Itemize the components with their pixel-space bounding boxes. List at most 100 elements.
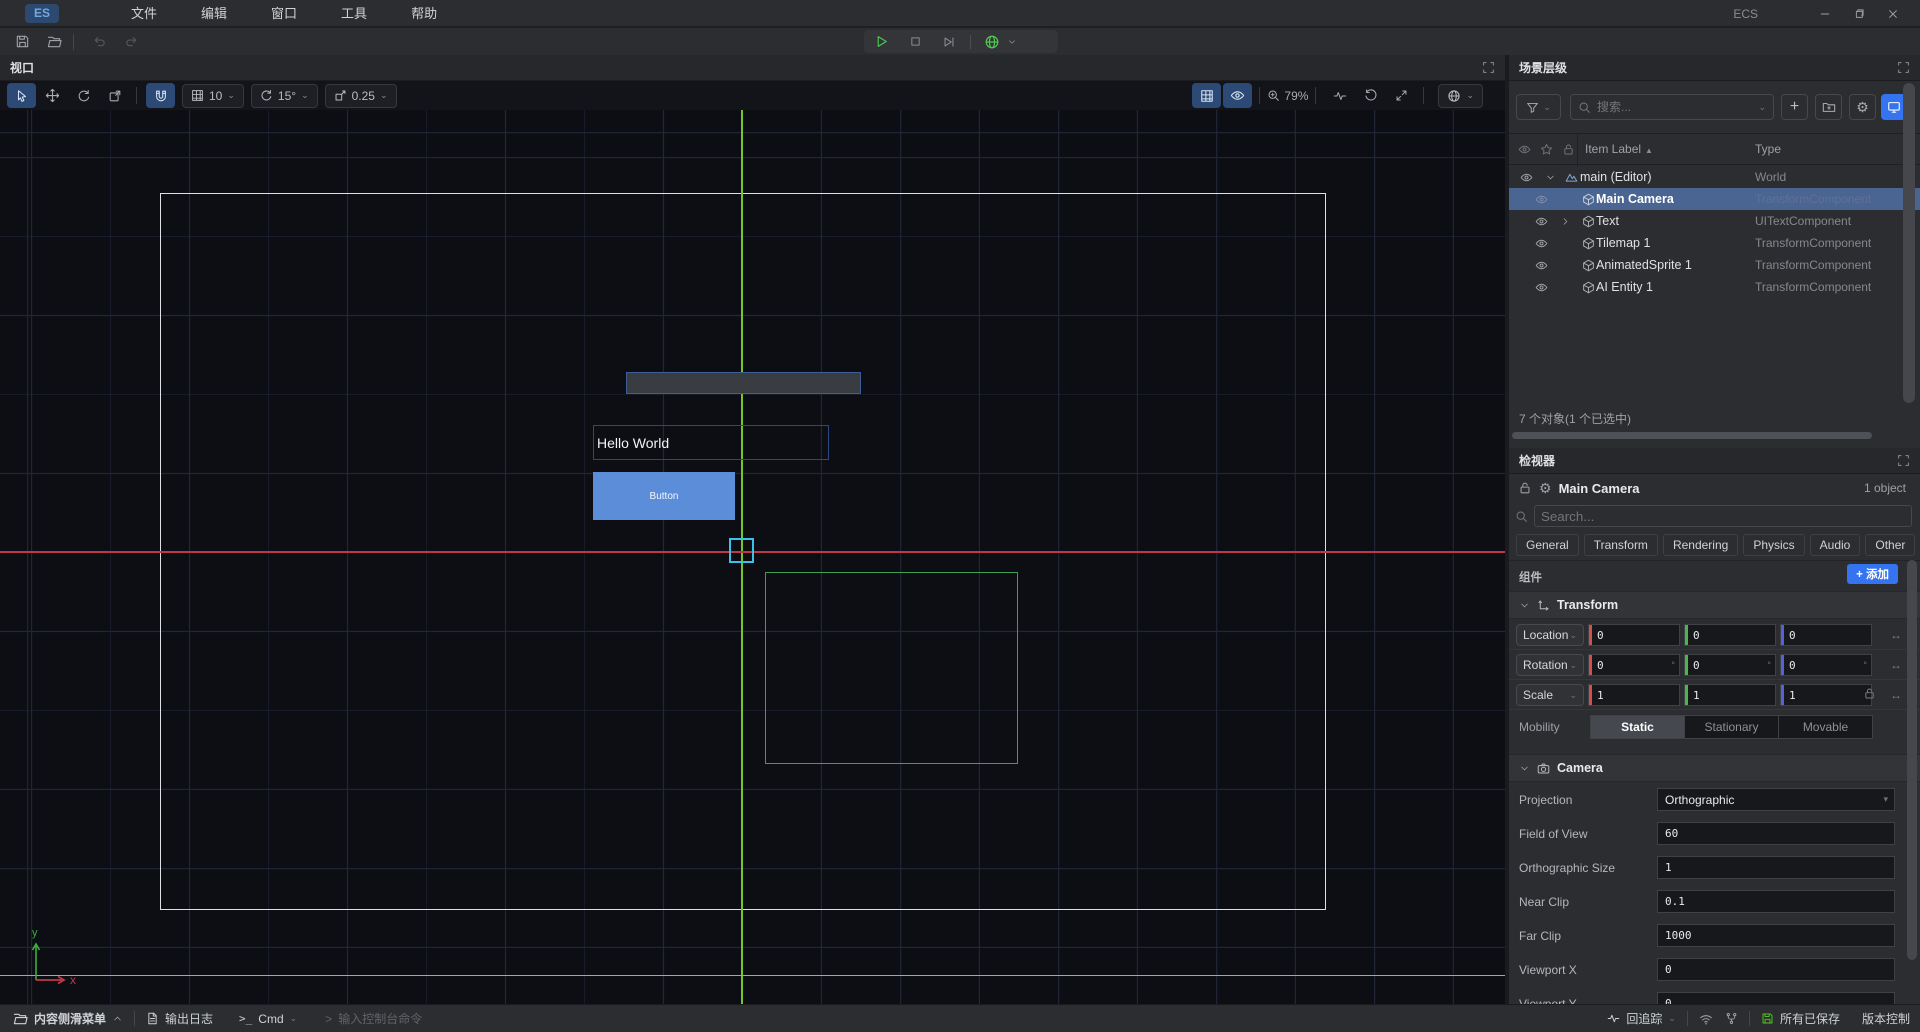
network-status-icon[interactable] — [1699, 1012, 1713, 1026]
maximize-button[interactable] — [1842, 0, 1876, 27]
filter-button[interactable]: ⌄ — [1516, 94, 1561, 120]
stats-button[interactable] — [1325, 83, 1354, 108]
menu-item-工具[interactable]: 工具 — [319, 0, 389, 27]
tab-physics[interactable]: Physics — [1743, 534, 1804, 556]
hierarchy-search[interactable]: ⌄ — [1570, 94, 1774, 120]
trace-dropdown[interactable]: 回追踪 ⌄ — [1607, 1010, 1676, 1027]
eye-icon[interactable] — [1535, 193, 1548, 206]
inspector-search-input[interactable] — [1541, 509, 1905, 524]
ui-text-element[interactable]: Hello World — [593, 425, 829, 460]
hierarchy-row-main-camera[interactable]: Main CameraTransformComponent — [1509, 188, 1920, 210]
snap-toggle-button[interactable] — [146, 83, 175, 108]
stop-button[interactable] — [898, 30, 932, 53]
eye-icon[interactable] — [1520, 171, 1533, 184]
minimize-button[interactable] — [1808, 0, 1842, 27]
app-logo[interactable]: ES — [25, 4, 59, 23]
chevron-right-icon[interactable] — [1560, 216, 1571, 227]
viewport-x-input[interactable] — [1657, 958, 1895, 981]
version-control-button[interactable]: 版本控制 — [1862, 1010, 1910, 1027]
new-folder-button[interactable] — [1815, 94, 1842, 120]
chevron-down-icon[interactable] — [1545, 172, 1556, 183]
rect-edit-tool-button[interactable] — [100, 83, 129, 108]
field-of-view-input[interactable] — [1657, 822, 1895, 845]
location-mode-dropdown[interactable]: Location⌄ — [1516, 624, 1584, 646]
link-values-icon[interactable]: ↔ — [1890, 658, 1902, 672]
eye-icon[interactable] — [1535, 281, 1548, 294]
ui-slider-element[interactable] — [626, 372, 861, 394]
add-component-button[interactable]: + 添加 — [1847, 564, 1898, 584]
location-y-input[interactable] — [1684, 624, 1776, 646]
hierarchy-row-tilemap-1[interactable]: Tilemap 1TransformComponent — [1509, 232, 1920, 254]
grid-toggle-button[interactable] — [1192, 83, 1221, 108]
tab-other[interactable]: Other — [1865, 534, 1915, 556]
inspector-search-box[interactable] — [1534, 505, 1912, 527]
rotate-snap-dropdown[interactable]: 15° ⌄ — [251, 84, 318, 108]
console-command-input[interactable]: > 输入控制台命令 — [325, 1010, 422, 1027]
grid-snap-dropdown[interactable]: 10 ⌄ — [182, 84, 244, 108]
hierarchy-horizontal-scrollbar[interactable] — [1512, 432, 1872, 439]
rotation-x-input[interactable]: ° — [1588, 654, 1680, 676]
hierarchy-column-header[interactable]: Item Label▲ Type — [1509, 133, 1920, 165]
add-entity-button[interactable]: + — [1781, 94, 1808, 120]
location-z-input[interactable] — [1780, 624, 1872, 646]
inspector-expand-icon[interactable] — [1897, 454, 1910, 467]
link-values-icon[interactable]: ↔ — [1890, 628, 1902, 642]
near-clip-input[interactable] — [1657, 890, 1895, 913]
mobility-option-static[interactable]: Static — [1591, 716, 1685, 738]
select-tool-button[interactable] — [7, 83, 36, 108]
camera-section-header[interactable]: Camera — [1509, 754, 1920, 782]
favorite-column-icon[interactable] — [1540, 143, 1553, 156]
hierarchy-vertical-scrollbar[interactable] — [1903, 83, 1915, 403]
content-drawer-button[interactable]: 内容侧滑菜单 — [13, 1010, 123, 1027]
globe-caret-icon[interactable] — [1003, 37, 1021, 47]
move-tool-button[interactable] — [38, 83, 67, 108]
unlock-icon[interactable] — [1518, 481, 1532, 495]
scene-canvas[interactable]: Hello World Button y x — [0, 110, 1505, 1004]
fullscreen-button[interactable] — [1387, 83, 1416, 108]
scale-mode-dropdown[interactable]: Scale⌄ — [1516, 684, 1584, 706]
redo-button[interactable] — [118, 31, 144, 53]
hierarchy-row-text[interactable]: TextUITextComponent — [1509, 210, 1920, 232]
ui-button-element[interactable]: Button — [593, 472, 735, 520]
uniform-scale-lock-icon[interactable] — [1863, 687, 1876, 700]
green-shape-rect[interactable] — [765, 572, 1018, 764]
mobility-option-stationary[interactable]: Stationary — [1685, 716, 1779, 738]
play-button[interactable] — [864, 30, 898, 53]
output-log-button[interactable]: 输出日志 — [146, 1010, 213, 1027]
menu-item-文件[interactable]: 文件 — [109, 0, 179, 27]
far-clip-input[interactable] — [1657, 924, 1895, 947]
world-dropdown[interactable]: ⌄ — [1438, 84, 1483, 108]
close-button[interactable] — [1876, 0, 1910, 27]
viewport-expand-icon[interactable] — [1482, 61, 1495, 74]
hierarchy-row-ai-entity-1[interactable]: AI Entity 1TransformComponent — [1509, 276, 1920, 298]
item-label-column[interactable]: Item Label▲ — [1585, 142, 1653, 156]
rotate-tool-button[interactable] — [69, 83, 98, 108]
scale-x-input[interactable] — [1588, 684, 1680, 706]
tab-rendering[interactable]: Rendering — [1663, 534, 1738, 556]
eye-icon[interactable] — [1535, 237, 1548, 250]
location-x-input[interactable] — [1588, 624, 1680, 646]
rotation-y-input[interactable]: ° — [1684, 654, 1776, 676]
branch-icon[interactable] — [1725, 1012, 1738, 1025]
reset-view-button[interactable] — [1356, 83, 1385, 108]
scale-y-input[interactable] — [1684, 684, 1776, 706]
selection-gizmo-square[interactable] — [729, 538, 754, 563]
step-button[interactable] — [932, 30, 966, 53]
tab-audio[interactable]: Audio — [1810, 534, 1861, 556]
object-settings-icon[interactable]: ⚙ — [1539, 480, 1552, 497]
link-values-icon[interactable]: ↔ — [1890, 688, 1902, 702]
orthographic-size-input[interactable] — [1657, 856, 1895, 879]
type-column[interactable]: Type — [1755, 142, 1781, 156]
scale-snap-dropdown[interactable]: 0.25 ⌄ — [325, 84, 397, 108]
open-folder-button[interactable] — [41, 31, 67, 53]
hierarchy-expand-icon[interactable] — [1897, 61, 1910, 74]
menu-item-帮助[interactable]: 帮助 — [389, 0, 459, 27]
save-button[interactable] — [9, 31, 35, 53]
lock-column-icon[interactable] — [1562, 143, 1575, 156]
hierarchy-row-animatedsprite-1[interactable]: AnimatedSprite 1TransformComponent — [1509, 254, 1920, 276]
tab-transform[interactable]: Transform — [1584, 534, 1658, 556]
hierarchy-row-main-editor[interactable]: main (Editor)World — [1509, 166, 1920, 188]
menu-item-编辑[interactable]: 编辑 — [179, 0, 249, 27]
scale-z-input[interactable] — [1780, 684, 1872, 706]
cmd-dropdown[interactable]: >_ Cmd ⌄ — [239, 1012, 297, 1026]
